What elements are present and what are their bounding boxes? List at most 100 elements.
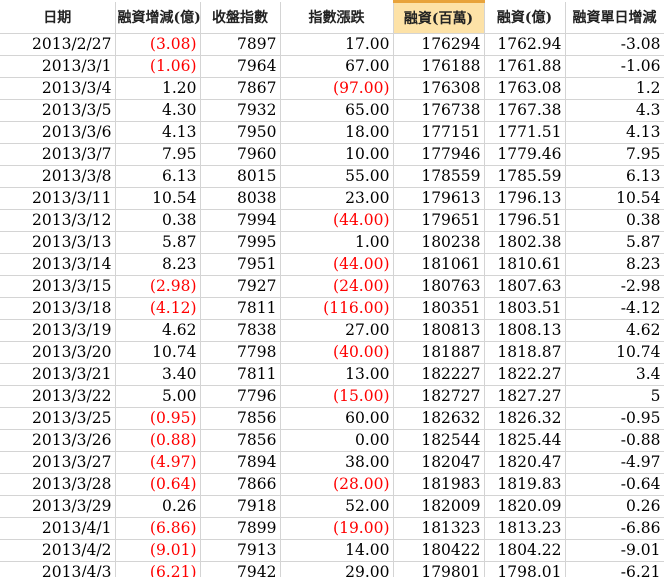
table-cell[interactable]: 179613 xyxy=(393,187,485,210)
table-cell[interactable]: 1767.38 xyxy=(484,99,566,122)
table-cell[interactable]: 2013/4/2 xyxy=(0,539,116,562)
table-cell[interactable]: 0.26 xyxy=(115,495,201,518)
table-cell[interactable]: 1798.01 xyxy=(484,561,566,577)
table-cell[interactable]: 177946 xyxy=(393,143,485,166)
table-cell[interactable]: 1763.08 xyxy=(484,77,566,100)
table-cell[interactable]: 13.00 xyxy=(280,363,394,386)
table-cell[interactable]: 2013/3/7 xyxy=(0,143,116,166)
table-cell[interactable]: 5.00 xyxy=(115,385,201,408)
table-cell[interactable]: 4.62 xyxy=(115,319,201,342)
table-cell[interactable]: 6.13 xyxy=(115,165,201,188)
table-cell[interactable]: 7994 xyxy=(200,209,281,232)
table-cell[interactable]: 7995 xyxy=(200,231,281,254)
header-margin-millions[interactable]: 融資(百萬) xyxy=(393,0,485,34)
table-cell[interactable]: 2013/3/14 xyxy=(0,253,116,276)
table-cell[interactable]: 60.00 xyxy=(280,407,394,430)
table-cell[interactable]: 7894 xyxy=(200,451,281,474)
table-cell[interactable]: 177151 xyxy=(393,121,485,144)
table-cell[interactable]: (9.01) xyxy=(115,539,201,562)
table-cell[interactable]: 65.00 xyxy=(280,99,394,122)
table-cell[interactable]: 7927 xyxy=(200,275,281,298)
table-cell[interactable]: 2013/4/3 xyxy=(0,561,116,577)
table-cell[interactable]: 52.00 xyxy=(280,495,394,518)
table-cell[interactable]: (1.06) xyxy=(115,55,201,78)
header-daily-change[interactable]: 融資單日增減 xyxy=(565,1,664,34)
table-cell[interactable]: 3.4 xyxy=(565,363,664,386)
table-cell[interactable]: 0.00 xyxy=(280,429,394,452)
table-cell[interactable]: 1771.51 xyxy=(484,121,566,144)
table-cell[interactable]: 17.00 xyxy=(280,33,394,56)
table-cell[interactable]: 0.26 xyxy=(565,495,664,518)
table-cell[interactable]: 4.30 xyxy=(115,99,201,122)
table-cell[interactable]: 8.23 xyxy=(565,253,664,276)
table-cell[interactable]: -0.88 xyxy=(565,429,664,452)
table-cell[interactable]: 2013/3/21 xyxy=(0,363,116,386)
header-index-change[interactable]: 指數漲跌 xyxy=(280,1,394,34)
table-cell[interactable]: 27.00 xyxy=(280,319,394,342)
table-cell[interactable]: 10.00 xyxy=(280,143,394,166)
table-cell[interactable]: (15.00) xyxy=(280,385,394,408)
header-date[interactable]: 日期 xyxy=(0,1,116,34)
table-cell[interactable]: 181983 xyxy=(393,473,485,496)
table-cell[interactable]: 7942 xyxy=(200,561,281,577)
table-cell[interactable]: 181061 xyxy=(393,253,485,276)
table-cell[interactable]: -6.86 xyxy=(565,517,664,540)
table-cell[interactable]: (44.00) xyxy=(280,253,394,276)
table-cell[interactable]: -4.97 xyxy=(565,451,664,474)
table-cell[interactable]: 23.00 xyxy=(280,187,394,210)
table-cell[interactable]: 181323 xyxy=(393,517,485,540)
table-cell[interactable]: 6.13 xyxy=(565,165,664,188)
table-cell[interactable]: (0.95) xyxy=(115,407,201,430)
table-cell[interactable]: 2013/3/18 xyxy=(0,297,116,320)
table-cell[interactable]: 0.38 xyxy=(565,209,664,232)
table-cell[interactable]: -0.64 xyxy=(565,473,664,496)
table-cell[interactable]: 55.00 xyxy=(280,165,394,188)
table-cell[interactable]: (0.64) xyxy=(115,473,201,496)
table-cell[interactable]: -0.95 xyxy=(565,407,664,430)
table-cell[interactable]: 181887 xyxy=(393,341,485,364)
table-cell[interactable]: 7899 xyxy=(200,517,281,540)
table-cell[interactable]: (3.08) xyxy=(115,33,201,56)
table-cell[interactable]: 38.00 xyxy=(280,451,394,474)
table-cell[interactable]: 1761.88 xyxy=(484,55,566,78)
table-cell[interactable]: 180351 xyxy=(393,297,485,320)
table-cell[interactable]: (4.12) xyxy=(115,297,201,320)
table-cell[interactable]: 180763 xyxy=(393,275,485,298)
table-cell[interactable]: 7913 xyxy=(200,539,281,562)
table-cell[interactable]: (116.00) xyxy=(280,297,394,320)
table-cell[interactable]: 1818.87 xyxy=(484,341,566,364)
table-cell[interactable]: 2013/3/15 xyxy=(0,275,116,298)
table-cell[interactable]: 179801 xyxy=(393,561,485,577)
table-cell[interactable]: -9.01 xyxy=(565,539,664,562)
table-cell[interactable]: 7811 xyxy=(200,297,281,320)
table-cell[interactable]: -6.21 xyxy=(565,561,664,577)
table-cell[interactable]: 1.00 xyxy=(280,231,394,254)
table-cell[interactable]: (6.86) xyxy=(115,517,201,540)
table-cell[interactable]: 7918 xyxy=(200,495,281,518)
table-cell[interactable]: (6.21) xyxy=(115,561,201,577)
table-cell[interactable]: 2013/3/4 xyxy=(0,77,116,100)
table-cell[interactable]: 2013/3/20 xyxy=(0,341,116,364)
table-cell[interactable]: (0.88) xyxy=(115,429,201,452)
table-cell[interactable]: 176188 xyxy=(393,55,485,78)
table-cell[interactable]: 0.38 xyxy=(115,209,201,232)
table-cell[interactable]: -1.06 xyxy=(565,55,664,78)
table-cell[interactable]: 2013/3/6 xyxy=(0,121,116,144)
table-cell[interactable]: 5.87 xyxy=(565,231,664,254)
table-cell[interactable]: 1822.27 xyxy=(484,363,566,386)
table-cell[interactable]: 1.2 xyxy=(565,77,664,100)
table-cell[interactable]: 1803.51 xyxy=(484,297,566,320)
table-cell[interactable]: 2013/3/13 xyxy=(0,231,116,254)
table-cell[interactable]: 176738 xyxy=(393,99,485,122)
table-cell[interactable]: 2013/3/22 xyxy=(0,385,116,408)
table-cell[interactable]: 1796.51 xyxy=(484,209,566,232)
table-cell[interactable]: 182632 xyxy=(393,407,485,430)
table-cell[interactable]: 1.20 xyxy=(115,77,201,100)
table-cell[interactable]: 1820.09 xyxy=(484,495,566,518)
table-cell[interactable]: (28.00) xyxy=(280,473,394,496)
table-cell[interactable]: 7796 xyxy=(200,385,281,408)
table-cell[interactable]: 7950 xyxy=(200,121,281,144)
table-cell[interactable]: 10.54 xyxy=(565,187,664,210)
table-cell[interactable]: 2013/3/27 xyxy=(0,451,116,474)
table-cell[interactable]: 67.00 xyxy=(280,55,394,78)
